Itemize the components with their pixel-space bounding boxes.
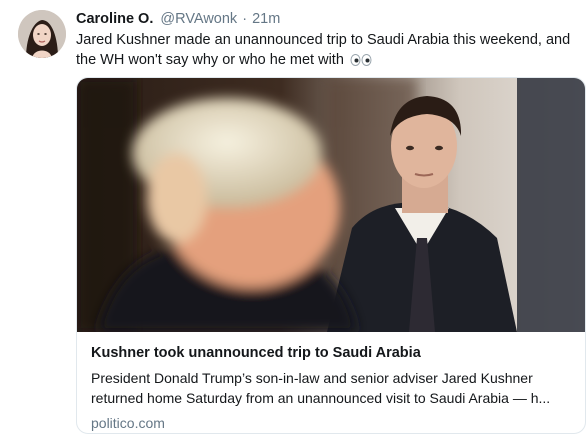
author-handle[interactable]: @RVAwonk (160, 11, 237, 27)
separator-dot: · (242, 11, 248, 27)
card-image[interactable] (77, 78, 585, 332)
tweet[interactable]: Caroline O. @RVAwonk · 21m Jared Kushner… (0, 0, 588, 438)
card-photo (77, 78, 585, 332)
tweet-header: Caroline O. @RVAwonk · 21m (76, 10, 280, 28)
card-domain: politico.com (91, 415, 165, 431)
card-body: Kushner took unannounced trip to Saudi A… (77, 332, 585, 432)
card-description: President Donald Trump’s son-in-law and … (91, 370, 551, 406)
eyes-emoji-icon (350, 52, 372, 72)
timestamp[interactable]: 21m (252, 11, 280, 27)
author-name[interactable]: Caroline O. (76, 11, 153, 27)
card-title[interactable]: Kushner took unannounced trip to Saudi A… (91, 344, 573, 363)
avatar[interactable] (18, 10, 66, 58)
avatar-image (18, 10, 66, 58)
tweet-text: Jared Kushner made an unannounced trip t… (76, 30, 586, 72)
tweet-text-content: Jared Kushner made an unannounced trip t… (76, 32, 571, 68)
link-card[interactable]: Kushner took unannounced trip to Saudi A… (76, 77, 586, 434)
